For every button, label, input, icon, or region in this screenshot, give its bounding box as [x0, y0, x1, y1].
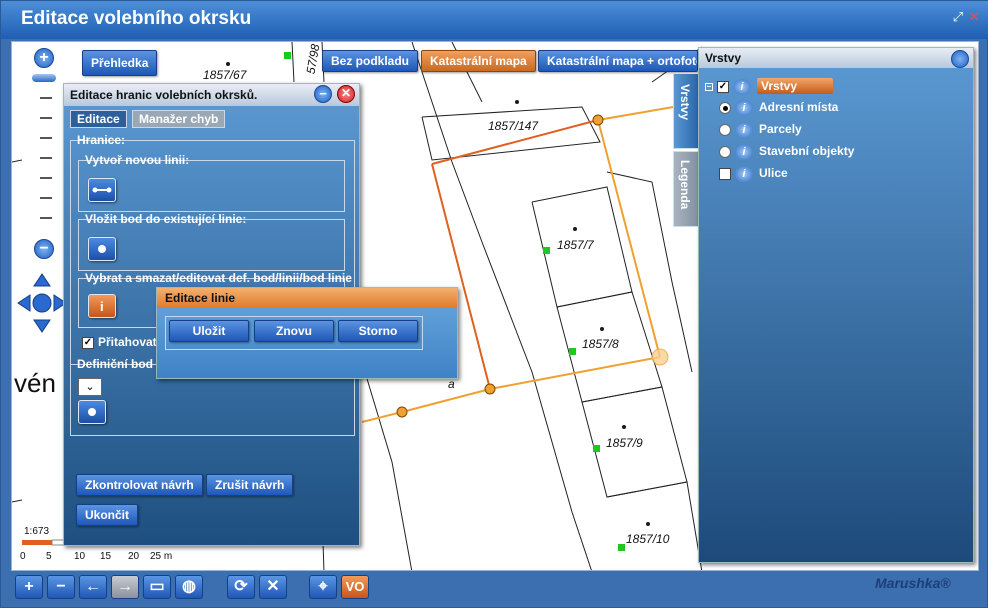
check-proposal-button[interactable]: Zkontrolovat návrh: [76, 474, 203, 496]
zoom-tick: [40, 117, 52, 119]
zoom-slider-handle[interactable]: [32, 74, 56, 82]
collapse-icon[interactable]: −: [705, 82, 713, 91]
point-icon: [88, 408, 96, 416]
parcel-label: 1857/8: [582, 337, 619, 351]
zoom-in-button[interactable]: +: [34, 48, 54, 68]
layers-panel-title: Vrstvy: [699, 48, 973, 68]
point-icon: [98, 245, 106, 253]
refresh-icon[interactable]: ⟳: [227, 575, 255, 599]
layer-icon: i: [735, 122, 753, 138]
zoom-tick: [40, 197, 52, 199]
finish-button[interactable]: Ukončit: [76, 504, 139, 526]
layer-radio[interactable]: [719, 124, 731, 136]
insert-point-group: Vložit bod do existující linie:: [78, 212, 345, 271]
locate-icon[interactable]: ⌖: [309, 575, 337, 599]
window-title: Editace volebního okrsku: [21, 8, 252, 29]
layer-icon: i: [733, 78, 751, 95]
app-window: Editace volebního okrsku ⤢ ✕ 1857/67 57/…: [0, 0, 988, 608]
back-arrow-icon[interactable]: ←: [79, 575, 107, 599]
layer-icon: i: [735, 144, 753, 160]
zoom-out-tool[interactable]: −: [47, 575, 75, 599]
layer-icon: i: [735, 166, 753, 182]
overview-button[interactable]: Přehledka: [82, 50, 158, 76]
parcel-label: 1857/10: [626, 532, 670, 546]
save-line-button[interactable]: Uložit: [169, 320, 249, 342]
parcel-label: 1857/7: [557, 238, 594, 252]
tab-editace[interactable]: Editace: [70, 110, 127, 128]
parcel-label: 1857/9: [606, 436, 643, 450]
tab-legend-side[interactable]: Legenda: [673, 151, 699, 227]
pan-control-icon[interactable]: [16, 272, 68, 334]
street-letter: a: [448, 377, 455, 391]
zoom-tick: [40, 137, 52, 139]
info-icon: i: [100, 299, 104, 314]
tab-error-manager[interactable]: Manažer chyb: [132, 110, 226, 128]
redo-line-button[interactable]: Znovu: [254, 320, 334, 342]
parcel-label: 1857/147: [488, 119, 539, 133]
zoom-box-icon[interactable]: ▭: [143, 575, 171, 599]
layers-panel-toggle[interactable]: [951, 50, 969, 68]
parcel-label: 1857/67: [203, 68, 247, 82]
layer-radio[interactable]: [719, 146, 731, 158]
minimize-panel-button[interactable]: −: [314, 85, 332, 103]
tab-layers-side[interactable]: Vrstvy: [673, 73, 699, 149]
svg-text:i: i: [100, 299, 104, 314]
insert-point-button[interactable]: [88, 237, 116, 261]
basemap-cadastral-button[interactable]: Katastrální mapa: [421, 50, 536, 72]
snap-checkbox[interactable]: ✓: [82, 336, 94, 349]
layer-root-checkbox[interactable]: ✓: [717, 80, 729, 93]
draw-line-button[interactable]: [88, 178, 116, 202]
close-icon[interactable]: ✕: [967, 10, 981, 24]
layer-item-stavebni-objekty[interactable]: i Stavební objekty: [719, 144, 854, 164]
title-bar: Editace volebního okrsku ⤢ ✕: [1, 1, 988, 39]
line-icon: [92, 187, 112, 193]
snap-option[interactable]: ✓ Přitahovat: [82, 335, 157, 349]
zoom-tick: [40, 157, 52, 159]
layer-icon: i: [735, 100, 753, 116]
zoom-out-button[interactable]: −: [34, 239, 54, 259]
def-point-button[interactable]: [78, 400, 106, 424]
layers-panel: Vrstvy − ✓ i Vrstvy i Adresní místa i Parcely…: [698, 47, 974, 563]
forward-arrow-icon[interactable]: →: [111, 575, 139, 599]
street-name-fragment: vén: [14, 368, 56, 398]
edit-line-dialog: Editace linie Uložit Znovu Storno: [156, 287, 458, 379]
clear-icon[interactable]: ✕: [259, 575, 287, 599]
layer-checkbox[interactable]: [719, 168, 731, 180]
layer-root[interactable]: − ✓ i Vrstvy: [705, 78, 834, 98]
zoom-tick: [40, 177, 52, 179]
close-panel-button[interactable]: ✕: [337, 85, 355, 103]
select-edit-button[interactable]: i: [88, 294, 116, 318]
cancel-line-button[interactable]: Storno: [338, 320, 418, 342]
layer-item-ulice[interactable]: i Ulice: [719, 166, 788, 186]
scale-ratio: 1:673: [24, 526, 50, 537]
def-point-dropdown[interactable]: ⌄: [78, 378, 102, 396]
zoom-tick: [40, 217, 52, 219]
basemap-cadastral-ortho-button[interactable]: Katastrální mapa + ortofoto: [538, 50, 698, 72]
vo-button[interactable]: VO: [341, 575, 369, 599]
new-line-group: Vytvoř novou linii:: [78, 153, 345, 212]
layer-radio[interactable]: [719, 102, 731, 114]
zoom-tick: [40, 97, 52, 99]
layer-item-adresni-mista[interactable]: i Adresní místa: [719, 100, 838, 120]
globe-icon[interactable]: ◍: [175, 575, 203, 599]
zoom-in-tool[interactable]: +: [15, 575, 43, 599]
layer-item-parcely[interactable]: i Parcely: [719, 122, 802, 142]
maximize-icon[interactable]: ⤢: [951, 10, 965, 24]
edit-line-title: Editace linie: [157, 288, 457, 308]
cancel-proposal-button[interactable]: Zrušit návrh: [206, 474, 294, 496]
brand-logo: Marushka®: [875, 575, 951, 591]
basemap-none-button[interactable]: Bez podkladu: [322, 50, 419, 72]
